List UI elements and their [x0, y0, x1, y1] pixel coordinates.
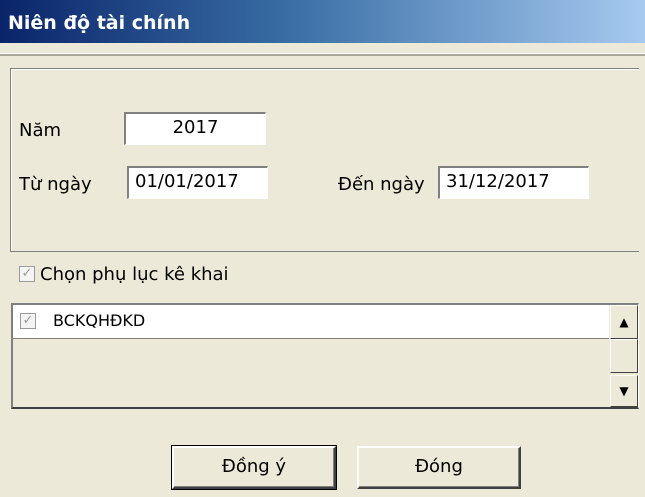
- close-button[interactable]: Đóng: [357, 446, 521, 489]
- appendix-checkbox-label: Chọn phụ lục kê khai: [40, 264, 229, 285]
- check-icon: ✓: [21, 266, 33, 281]
- from-date-label: Từ ngày: [19, 174, 92, 195]
- arrow-up-icon: ▲: [619, 315, 629, 329]
- scroll-up-button[interactable]: ▲: [610, 305, 638, 339]
- appendix-checkbox[interactable]: ✓: [19, 266, 35, 282]
- to-date-field[interactable]: 31/12/2017: [438, 166, 589, 199]
- window-title: Niên độ tài chính: [8, 12, 191, 34]
- item-checkbox[interactable]: ✓: [20, 313, 36, 329]
- to-date-label: Đến ngày: [338, 174, 425, 195]
- from-date-field[interactable]: 01/01/2017: [127, 166, 268, 199]
- check-icon: ✓: [22, 313, 34, 328]
- arrow-down-icon: ▼: [619, 384, 629, 398]
- fiscal-period-group: [10, 68, 639, 252]
- title-bar: Niên độ tài chính: [0, 0, 645, 43]
- appendix-list[interactable]: ✓ BCKQHĐKD ▲ ▼: [11, 303, 639, 409]
- separator: [0, 53, 645, 56]
- vertical-scrollbar[interactable]: ▲ ▼: [610, 305, 638, 407]
- scroll-thumb[interactable]: [610, 339, 638, 373]
- year-label: Năm: [19, 120, 62, 141]
- year-field[interactable]: 2017: [124, 112, 266, 145]
- scroll-down-button[interactable]: ▼: [610, 375, 638, 407]
- list-item-label: BCKQHĐKD: [53, 311, 146, 330]
- list-item[interactable]: ✓ BCKQHĐKD: [13, 305, 609, 339]
- ok-button[interactable]: Đồng ý: [171, 445, 337, 490]
